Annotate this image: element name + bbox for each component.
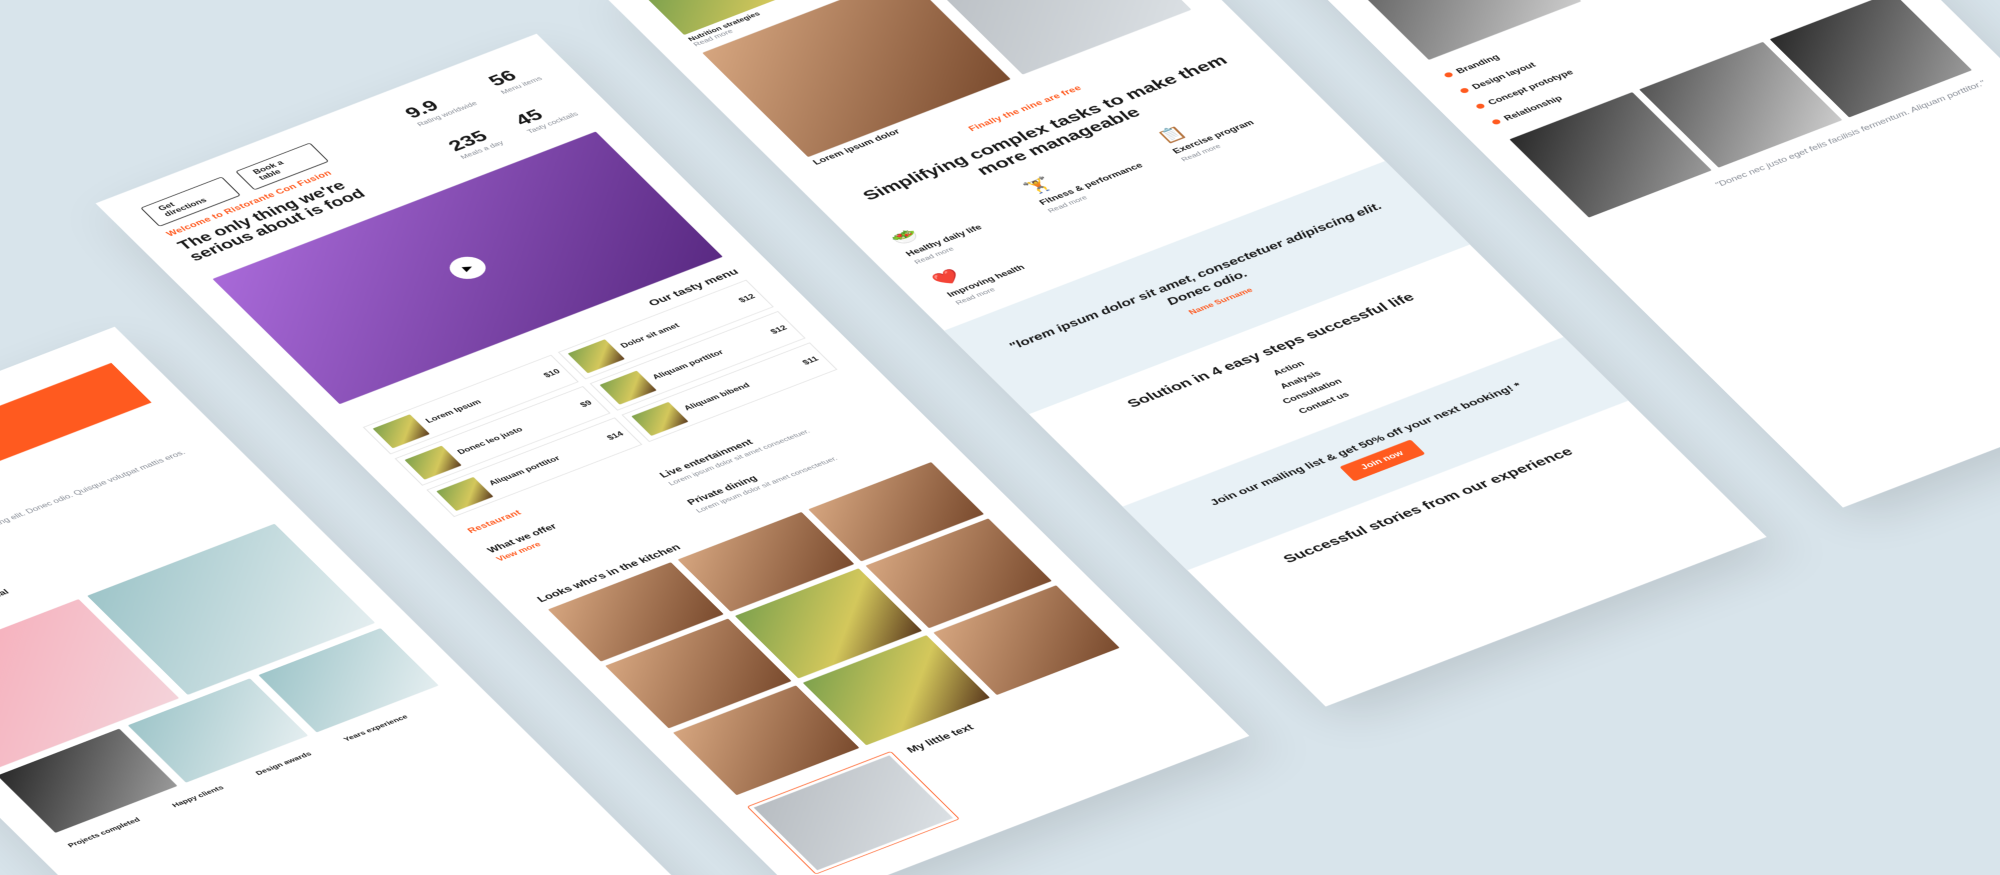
get-directions-button[interactable]: Get directions: [140, 176, 240, 226]
stat-label: Design awards: [254, 750, 313, 776]
metric-menu-items: 56Menu items: [484, 60, 544, 95]
metric-rating: 9.9Rating worldwide: [401, 85, 479, 127]
bullet-icon: [1491, 118, 1502, 125]
metric-meals: 235Meals a day: [444, 124, 505, 160]
stat-label: Happy clients: [170, 784, 225, 808]
bullet-icon: [1443, 71, 1454, 78]
metric-cocktails: 45Tasty cocktails: [510, 95, 579, 134]
category-label: Residential: [0, 588, 11, 613]
category-residential[interactable]: 🏠 Residential →: [0, 565, 24, 626]
play-icon: ▶: [443, 252, 493, 283]
bullet-icon: [1475, 102, 1486, 109]
bullet-icon: [1459, 87, 1470, 94]
